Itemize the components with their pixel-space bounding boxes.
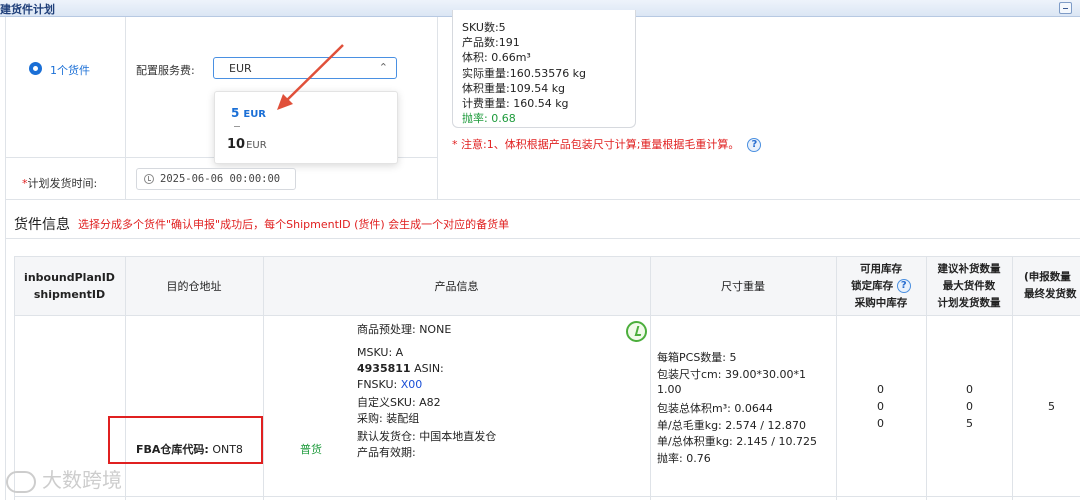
summary-line: 体积重量:109.54 kg <box>462 81 566 95</box>
grid-line <box>5 238 1080 239</box>
grid-line <box>437 17 438 200</box>
summary-line: 体积: 0.66m³ <box>462 51 531 65</box>
header-stock: 可用库存 锁定库存 ? 采购中库存 <box>836 261 926 312</box>
locked-stock: 0 <box>877 400 884 413</box>
header-declared: (申报数量 最终发货数 <box>1012 269 1080 303</box>
ship-date-label: *计划发货时间: <box>22 175 97 191</box>
dim-line: 包装总体积m³: 0.0644 <box>657 402 773 415</box>
section-note: 选择分成多个货件"确认申报"成功后，每个ShipmentID (货件) 会生成一… <box>78 218 510 231</box>
summary-line: SKU数:5 <box>462 21 506 34</box>
summary-line: 计费重量: 160.54 kg <box>462 97 569 111</box>
grid-line <box>14 496 1080 497</box>
ship-date-input[interactable]: 2025-06-06 00:00:00 <box>136 168 296 190</box>
volume-note: * 注意:1、体积根据产品包装尺寸计算;重量根据毛重计算。? <box>452 136 762 152</box>
summary-line: 实际重量:160.53576 kg <box>462 66 587 80</box>
header-line: 采购中库存 <box>854 297 908 309</box>
asin: 4935811 ASIN: <box>357 362 444 375</box>
header-product-info: 产品信息 <box>434 280 479 293</box>
clock-icon <box>144 174 154 184</box>
watermark-logo-icon <box>6 470 36 493</box>
volume-note-text: * 注意:1、体积根据产品包装尺寸计算;重量根据毛重计算。 <box>452 138 740 151</box>
fnsku: FNSKU: X00 <box>357 378 422 391</box>
dropdown-option[interactable]: 5 EUR <box>231 106 266 120</box>
asin-label: ASIN: <box>410 362 444 375</box>
header-line: 最大货件数 <box>942 280 996 292</box>
fba-label: FBA仓库代码: <box>136 443 209 456</box>
service-fee-dropdown: 5 EUR 10EUR <box>214 91 398 164</box>
grid-line <box>125 17 126 200</box>
header-line: 建议补货数量 <box>937 263 1001 275</box>
fnsku-value[interactable]: X00 <box>401 378 423 391</box>
dim-line: 单/总毛重kg: 2.574 / 12.870 <box>657 419 806 432</box>
header-line: (申报数量 <box>1024 271 1071 283</box>
fba-code: ONT8 <box>212 443 243 456</box>
header-plan-id: inboundPlanID shipmentID <box>14 269 125 303</box>
header-line: 可用库存 <box>860 263 902 275</box>
watermark-text: 大数跨境 <box>42 468 122 492</box>
shipment-count-radio[interactable] <box>29 62 42 75</box>
service-fee-label: 配置服务费: <box>136 64 195 77</box>
option-number: 10 <box>227 137 246 152</box>
fba-warehouse-code: FBA仓库代码: ONT8 <box>136 441 243 457</box>
header-line: 最终发货数 <box>1024 288 1077 300</box>
cargo-type: 普货 <box>300 443 322 456</box>
option-number: 5 <box>231 106 240 120</box>
minimize-icon[interactable] <box>1059 2 1072 14</box>
default-warehouse: 默认发货仓: 中国本地直发仓 <box>357 430 497 443</box>
header-line: inboundPlanID <box>24 271 115 284</box>
asin-number: 4935811 <box>357 362 411 375</box>
help-icon[interactable]: ? <box>747 138 762 152</box>
summary-rate: 抛率: 0.68 <box>462 112 516 126</box>
option-divider <box>234 126 240 127</box>
grid-line <box>5 199 1080 200</box>
dropdown-option[interactable]: 10EUR <box>227 137 267 152</box>
service-fee-select[interactable]: EUR ⌃ <box>213 57 397 79</box>
dim-line: 每箱PCS数量: 5 <box>657 351 737 364</box>
summary-panel: SKU数:5 产品数:191 体积: 0.66m³ 实际重量:160.53576… <box>452 10 636 128</box>
suggested-replenish: 0 <box>966 383 973 396</box>
header-line: shipmentID <box>33 288 106 301</box>
chevron-up-icon: ⌃ <box>378 61 388 74</box>
help-icon[interactable]: ? <box>896 279 911 293</box>
dim-line: 单/总体积重kg: 2.145 / 10.725 <box>657 435 817 448</box>
custom-sku: 自定义SKU: A82 <box>357 396 441 409</box>
option-unit: EUR <box>243 109 267 120</box>
validity: 产品有效期: <box>357 446 416 459</box>
grid-line <box>14 315 1080 316</box>
purchase: 采购: 装配组 <box>357 412 420 425</box>
available-stock: 0 <box>877 383 884 396</box>
dim-line: 抛率: 0.76 <box>657 452 711 465</box>
shipment-count-label[interactable]: 1个货件 <box>50 62 90 78</box>
ship-date-label-text: 计划发货时间: <box>27 177 98 190</box>
fnsku-label: FNSKU: <box>357 378 401 391</box>
summary-line: 产品数:191 <box>462 36 520 50</box>
window-title: 建货件计划 <box>0 3 55 16</box>
watermark: 大数跨境 <box>6 464 122 493</box>
header-line: 锁定库存 ? <box>836 278 926 295</box>
section-title: 货件信息 <box>14 217 70 233</box>
msku: MSKU: A <box>357 346 404 359</box>
header-replenish: 建议补货数量 最大货件数 计划发货数量 <box>926 261 1012 312</box>
option-unit: EUR <box>246 140 267 151</box>
grid-line <box>14 256 1080 257</box>
purchasing-stock: 0 <box>877 417 884 430</box>
service-fee-value: EUR <box>229 62 252 75</box>
grid-line <box>5 17 6 500</box>
header-line: 计划发货数量 <box>937 297 1001 309</box>
refresh-icon[interactable] <box>626 321 647 342</box>
planned-quantity: 5 <box>966 417 973 430</box>
preprocess: 商品预处理: NONE <box>357 323 452 336</box>
max-shipments: 0 <box>966 400 973 413</box>
final-quantity: 5 <box>1048 400 1055 413</box>
ship-date-value: 2025-06-06 00:00:00 <box>160 173 281 185</box>
dim-line: 包装尺寸cm: 39.00*30.00*1 <box>657 368 806 381</box>
header-destination: 目的仓地址 <box>166 280 222 293</box>
dim-line: 1.00 <box>657 383 682 396</box>
header-size-weight: 尺寸重量 <box>721 280 765 293</box>
